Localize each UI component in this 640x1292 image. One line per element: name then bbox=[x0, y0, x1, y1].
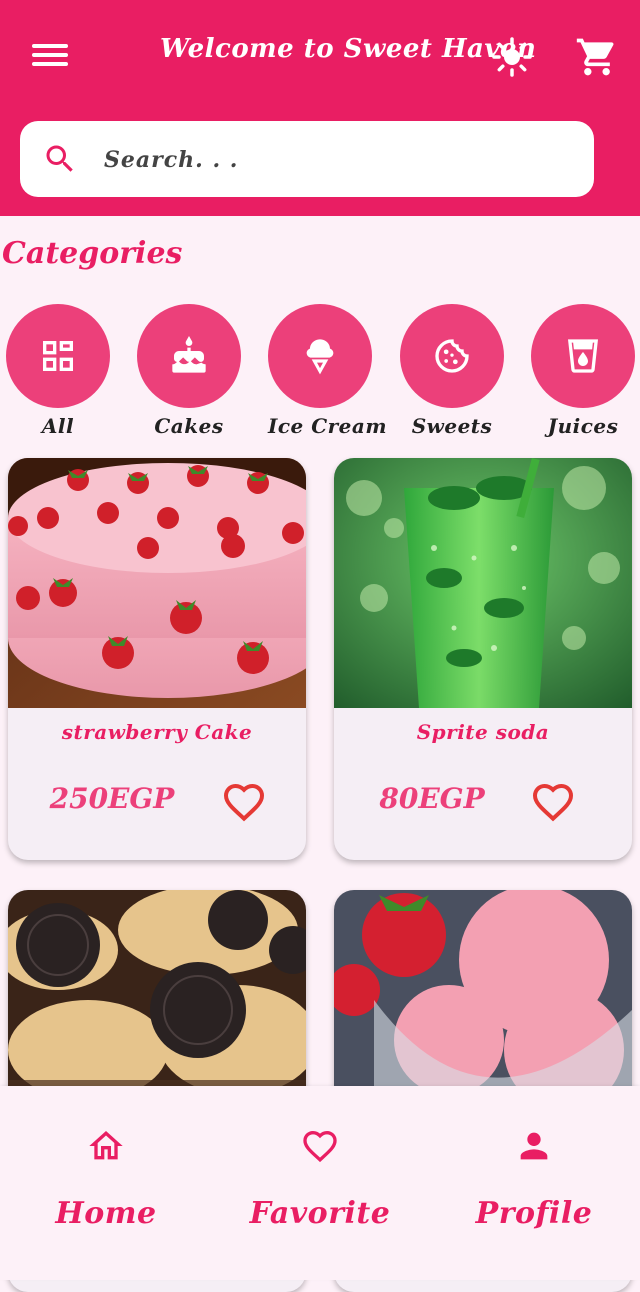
categories-title: Categories bbox=[2, 236, 183, 271]
search-input[interactable] bbox=[102, 139, 566, 181]
category-juices-button[interactable] bbox=[531, 304, 635, 408]
nav-label: Profile bbox=[475, 1196, 593, 1231]
product-card[interactable]: Sprite soda 80EGP bbox=[334, 458, 632, 860]
product-card[interactable]: strawberry Cake 250EGP bbox=[8, 458, 306, 860]
heart-icon[interactable] bbox=[527, 778, 579, 826]
category-label: All bbox=[41, 414, 75, 438]
nav-home[interactable]: Home bbox=[6, 1086, 206, 1280]
product-price: 80EGP bbox=[379, 782, 485, 815]
nav-label: Home bbox=[55, 1196, 157, 1231]
category-ice-cream[interactable]: Ice Cream bbox=[268, 304, 388, 438]
search-bar bbox=[20, 121, 594, 197]
category-sweets[interactable]: Sweets bbox=[400, 304, 504, 438]
drink-icon bbox=[568, 339, 598, 373]
cookie-icon bbox=[435, 339, 469, 373]
category-label: Ice Cream bbox=[268, 414, 388, 438]
nav-label: Favorite bbox=[249, 1196, 391, 1231]
strawberry-cake-photo bbox=[8, 458, 306, 708]
bottom-navigation: Home Favorite Profile bbox=[0, 1086, 640, 1280]
category-ice-cream-button[interactable] bbox=[268, 304, 372, 408]
home-icon bbox=[89, 1131, 123, 1160]
category-juices[interactable]: Juices bbox=[531, 304, 635, 438]
category-label: Sweets bbox=[411, 414, 493, 438]
page-title: Welcome to Sweet Haven bbox=[160, 34, 537, 64]
product-price: 250EGP bbox=[49, 782, 175, 815]
heart-icon[interactable] bbox=[218, 778, 270, 826]
sprite-soda-photo bbox=[334, 458, 632, 708]
category-label: Juices bbox=[547, 414, 619, 438]
menu-icon[interactable] bbox=[32, 40, 68, 70]
app-bar: Welcome to Sweet Haven bbox=[0, 0, 640, 216]
product-name: strawberry Cake bbox=[61, 720, 253, 744]
sun-icon[interactable] bbox=[490, 35, 534, 79]
product-name: Sprite soda bbox=[416, 720, 550, 744]
category-cakes-button[interactable] bbox=[137, 304, 241, 408]
category-label: Cakes bbox=[154, 414, 224, 438]
nav-profile[interactable]: Profile bbox=[434, 1086, 634, 1280]
search-icon bbox=[42, 141, 78, 177]
person-icon bbox=[520, 1132, 548, 1160]
cake-icon bbox=[172, 336, 206, 373]
ice-cream-icon bbox=[306, 339, 334, 375]
category-all[interactable]: All bbox=[6, 304, 110, 438]
nav-favorite[interactable]: Favorite bbox=[220, 1086, 420, 1280]
heart-icon bbox=[303, 1130, 337, 1163]
category-sweets-button[interactable] bbox=[400, 304, 504, 408]
cart-icon[interactable] bbox=[575, 35, 619, 79]
category-cakes[interactable]: Cakes bbox=[137, 304, 241, 438]
grid-icon bbox=[43, 341, 73, 371]
category-all-button[interactable] bbox=[6, 304, 110, 408]
